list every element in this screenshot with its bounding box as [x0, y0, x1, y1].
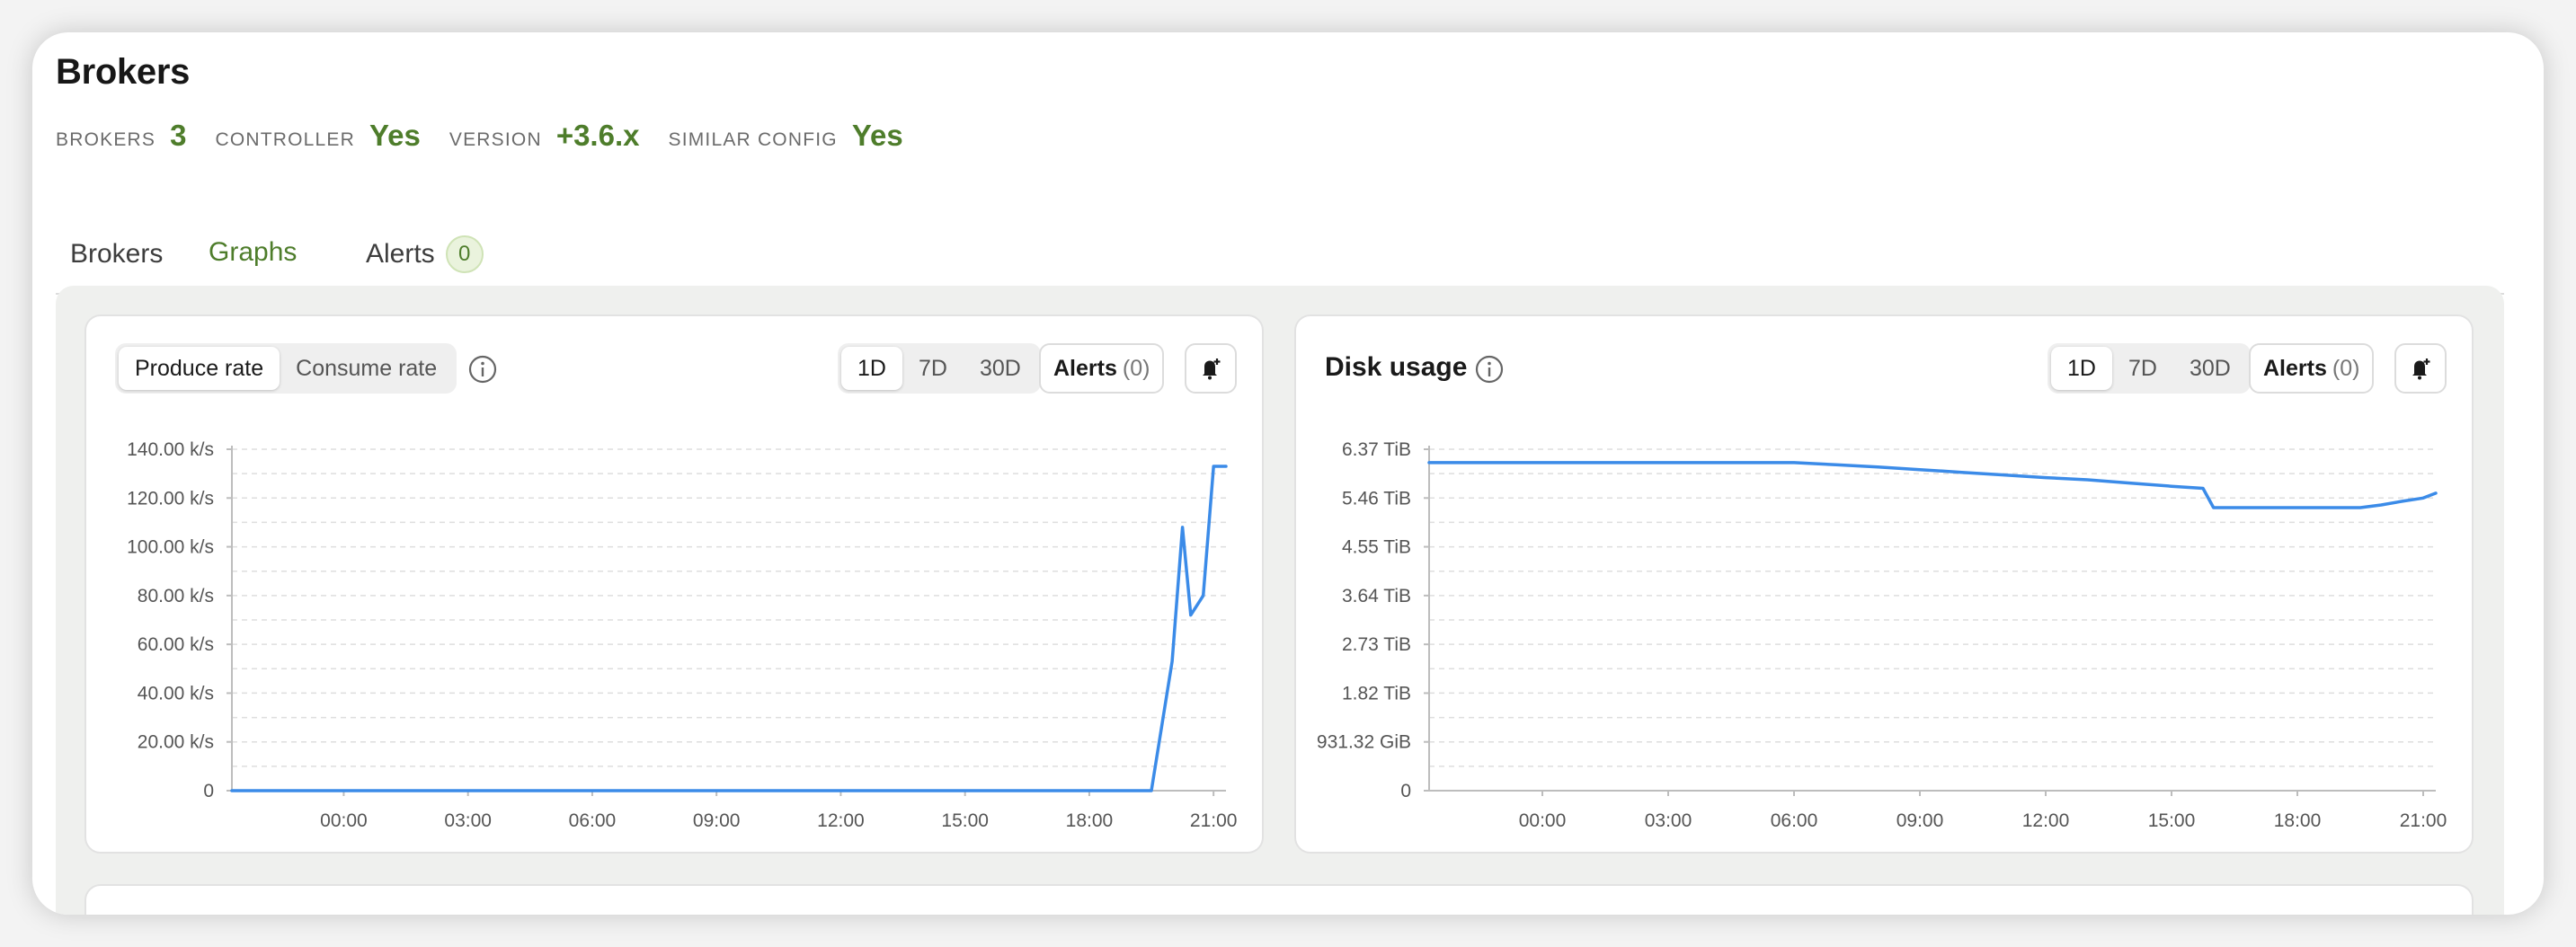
produce-rate-card: Produce rate Consume rate 1D 7D 30D Aler…: [84, 314, 1264, 854]
x-tick-label: 09:00: [693, 810, 741, 831]
x-tick-label: 21:00: [1190, 810, 1238, 831]
x-tick-label: 18:00: [1066, 810, 1114, 831]
tab-bar: Brokers Graphs Alerts 0: [56, 214, 2504, 295]
x-tick-label: 06:00: [569, 810, 617, 831]
x-tick-label: 21:00: [2400, 810, 2447, 831]
page-title: Brokers: [56, 52, 191, 92]
stat-value: +3.6.x: [555, 119, 640, 152]
stat-label: BROKERS: [56, 129, 156, 150]
stat-version: VERSION +3.6.x: [449, 119, 640, 153]
y-tick-label: 140.00 k/s: [127, 439, 214, 460]
y-tick-label: 6.37 TiB: [1342, 439, 1411, 460]
stats-bar: BROKERS 3 CONTROLLER Yes VERSION +3.6.x …: [56, 119, 932, 153]
x-tick-label: 15:00: [2148, 810, 2196, 831]
stat-value: Yes: [851, 119, 903, 152]
stat-value: 3: [170, 119, 187, 152]
x-tick-label: 00:00: [1519, 810, 1567, 831]
y-tick-label: 2.73 TiB: [1342, 634, 1411, 655]
stat-label: CONTROLLER: [215, 129, 355, 150]
stat-label: SIMILAR CONFIG: [668, 129, 838, 150]
y-tick-label: 0: [203, 781, 214, 801]
x-tick-label: 06:00: [1771, 810, 1818, 831]
tab-label: Graphs: [209, 237, 298, 267]
y-tick-label: 80.00 k/s: [138, 586, 214, 606]
y-tick-label: 3.64 TiB: [1342, 586, 1411, 606]
x-tick-label: 18:00: [2274, 810, 2322, 831]
stat-brokers: BROKERS 3: [56, 119, 186, 153]
y-tick-label: 1.82 TiB: [1342, 683, 1411, 704]
y-tick-label: 120.00 k/s: [127, 488, 214, 509]
disk-usage-card: Disk usage 1D 7D 30D Alerts (0) 0 931.32…: [1294, 314, 2474, 854]
x-tick-label: 15:00: [941, 810, 989, 831]
disk-usage-chart: 0 931.32 GiB 1.82 TiB 2.73 TiB 3.64 TiB 4.55 …: [1317, 439, 2447, 831]
tab-label: Alerts: [366, 239, 435, 269]
y-tick-label: 931.32 GiB: [1317, 732, 1411, 753]
tab-brokers[interactable]: Brokers: [70, 214, 163, 295]
produce-rate-chart: 0 20.00 k/s 40.00 k/s 60.00 k/s 80.00 k/s 100…: [127, 439, 1238, 831]
stat-value: Yes: [369, 119, 421, 152]
next-chart-card: [84, 884, 2474, 915]
x-tick-label: 03:00: [444, 810, 492, 831]
x-tick-label: 12:00: [817, 810, 865, 831]
graphs-area: Produce rate Consume rate 1D 7D 30D Aler…: [56, 286, 2504, 915]
tab-label: Brokers: [70, 239, 164, 269]
x-tick-label: 00:00: [320, 810, 368, 831]
y-tick-label: 60.00 k/s: [138, 634, 214, 655]
tab-alerts[interactable]: Alerts 0: [366, 214, 484, 295]
brokers-panel: Brokers BROKERS 3 CONTROLLER Yes VERSION…: [32, 32, 2544, 915]
series-line: [1427, 461, 2438, 509]
y-tick-label: 100.00 k/s: [127, 537, 214, 558]
x-tick-label: 03:00: [1645, 810, 1692, 831]
y-tick-label: 5.46 TiB: [1342, 488, 1411, 509]
stat-label: VERSION: [449, 129, 542, 150]
x-tick-label: 12:00: [2022, 810, 2070, 831]
x-tick-label: 09:00: [1896, 810, 1944, 831]
y-tick-label: 40.00 k/s: [138, 683, 214, 704]
stat-similar-config: SIMILAR CONFIG Yes: [668, 119, 902, 153]
y-tick-label: 4.55 TiB: [1342, 537, 1411, 558]
y-tick-label: 20.00 k/s: [138, 732, 214, 753]
y-tick-label: 0: [1400, 781, 1411, 801]
tab-graphs[interactable]: Graphs: [194, 214, 312, 295]
stat-controller: CONTROLLER Yes: [215, 119, 420, 153]
alerts-count-badge: 0: [445, 235, 484, 273]
